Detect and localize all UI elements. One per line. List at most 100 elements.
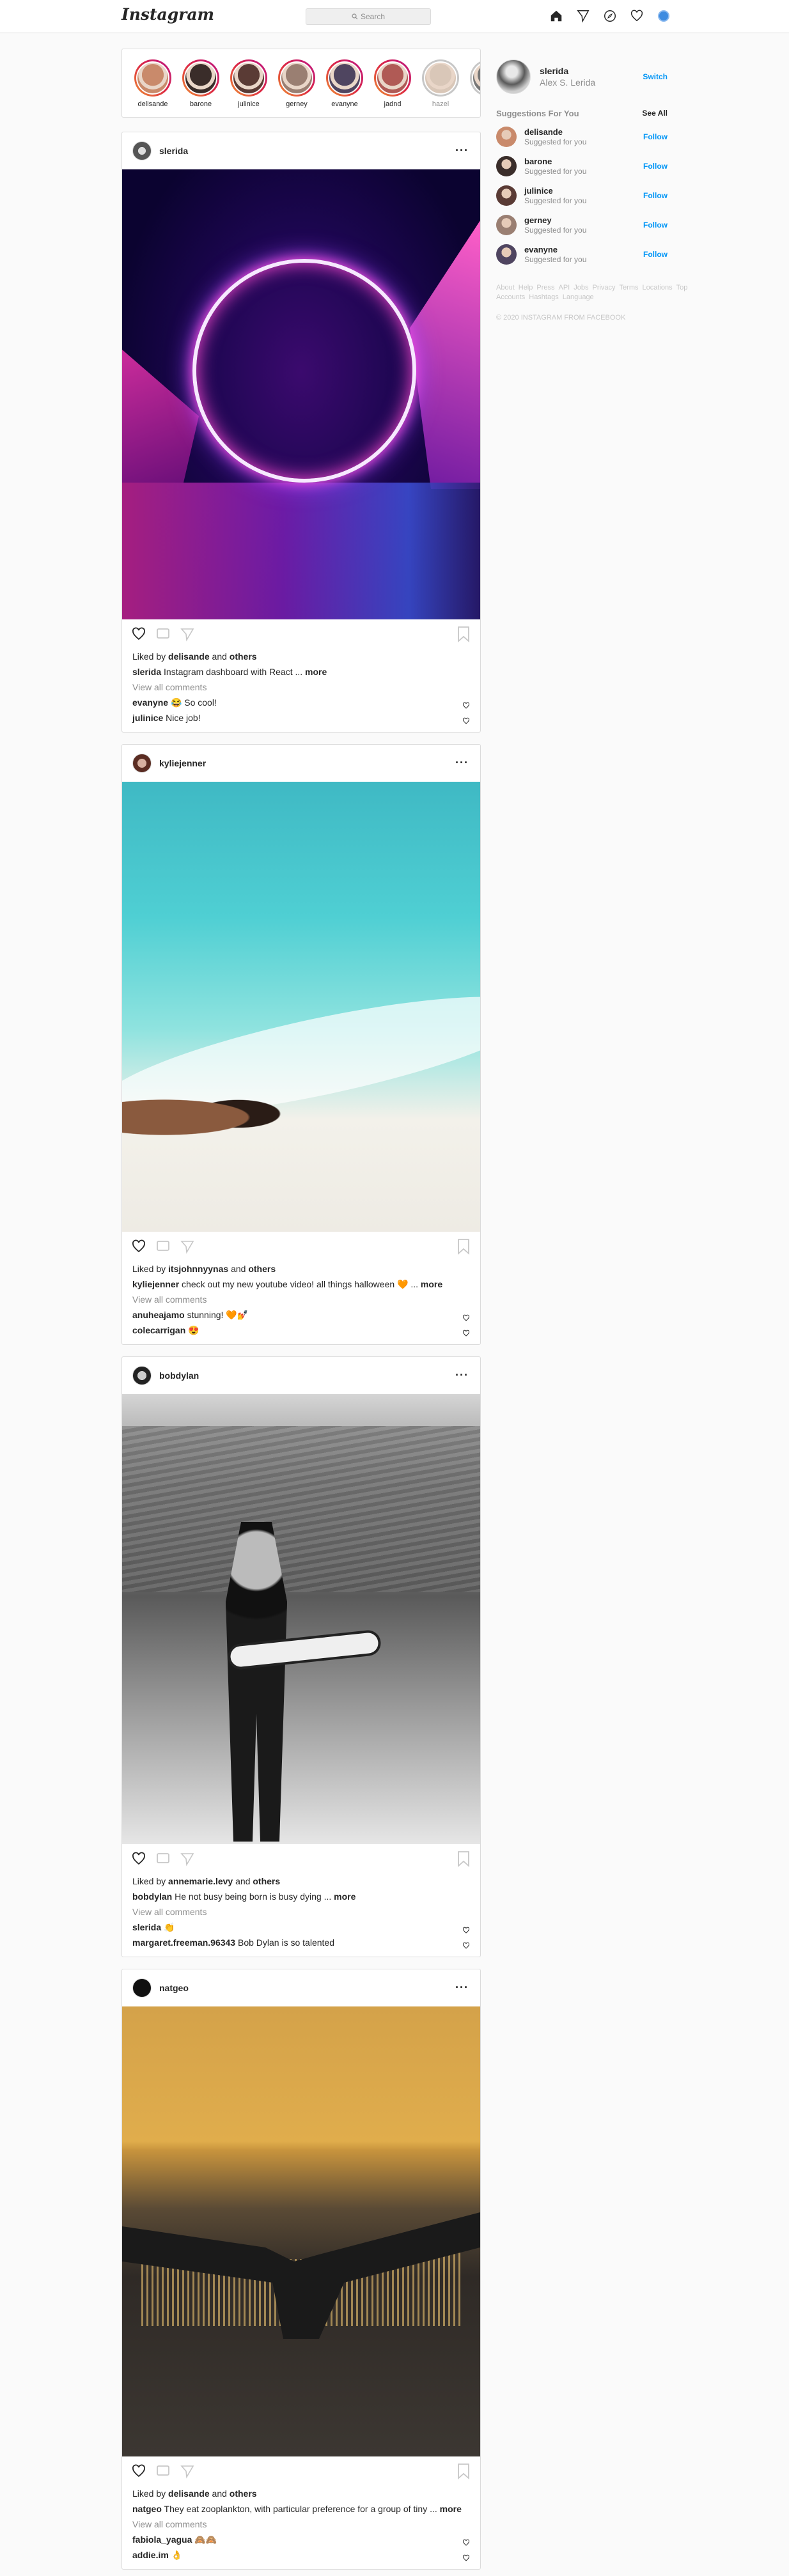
caption-more-link[interactable]: more: [440, 2504, 462, 2514]
suggestion-avatar[interactable]: [496, 185, 517, 206]
post-author-avatar[interactable]: [132, 754, 152, 773]
comment-icon[interactable]: [155, 2463, 171, 2479]
post-author-username[interactable]: bobdylan: [159, 1370, 199, 1381]
liked-by-others[interactable]: others: [230, 2488, 257, 2499]
more-options-icon[interactable]: ···: [455, 144, 469, 157]
footer-link[interactable]: About: [496, 284, 515, 291]
comment-username[interactable]: margaret.freeman.96343: [132, 1937, 235, 1948]
post-image[interactable]: [122, 2006, 480, 2456]
share-icon[interactable]: [180, 1239, 195, 1254]
view-all-comments-link[interactable]: View all comments: [132, 2517, 470, 2532]
view-all-comments-link[interactable]: View all comments: [132, 679, 470, 695]
follow-button[interactable]: Follow: [643, 162, 668, 171]
comment-icon[interactable]: [155, 1239, 171, 1254]
switch-button[interactable]: Switch: [643, 72, 668, 81]
footer-link[interactable]: Press: [536, 284, 554, 291]
direct-message-icon[interactable]: [575, 8, 591, 24]
story-item[interactable]: mera: [468, 59, 480, 108]
caption-more-link[interactable]: more: [421, 1279, 442, 1289]
comment-like-heart-icon[interactable]: [462, 1326, 470, 1342]
like-heart-icon[interactable]: [131, 626, 146, 642]
view-all-comments-link[interactable]: View all comments: [132, 1292, 470, 1307]
story-item[interactable]: evanyne: [324, 59, 365, 108]
footer-link[interactable]: Privacy: [592, 284, 615, 291]
save-bookmark-icon[interactable]: [456, 1851, 471, 1869]
caption-more-link[interactable]: more: [305, 667, 327, 677]
suggestion-username[interactable]: gerney: [524, 215, 586, 225]
comment-username[interactable]: fabiola_yagua: [132, 2534, 192, 2545]
comment-like-heart-icon[interactable]: [462, 2551, 470, 2566]
post-image[interactable]: [122, 782, 480, 1232]
story-item[interactable]: delisande: [132, 59, 173, 108]
post-image[interactable]: [122, 169, 480, 619]
liked-by-others[interactable]: others: [253, 1876, 280, 1886]
liked-by-others[interactable]: others: [248, 1264, 276, 1274]
liked-by-user[interactable]: itsjohnnyynas: [168, 1264, 228, 1274]
follow-button[interactable]: Follow: [643, 132, 668, 141]
like-heart-icon[interactable]: [131, 1239, 146, 1254]
comment-username[interactable]: evanyne: [132, 697, 168, 708]
suggestion-avatar[interactable]: [496, 215, 517, 235]
save-bookmark-icon[interactable]: [456, 626, 471, 644]
caption-username[interactable]: natgeo: [132, 2504, 162, 2514]
comment-icon[interactable]: [155, 1851, 171, 1866]
view-all-comments-link[interactable]: View all comments: [132, 1904, 470, 1920]
instagram-logo[interactable]: Instagram: [121, 5, 214, 24]
suggestion-avatar[interactable]: [496, 156, 517, 176]
save-bookmark-icon[interactable]: [456, 1238, 471, 1257]
liked-by-user[interactable]: delisande: [168, 2488, 210, 2499]
like-heart-icon[interactable]: [131, 1851, 146, 1866]
footer-link[interactable]: Help: [519, 284, 533, 291]
follow-button[interactable]: Follow: [643, 191, 668, 200]
follow-button[interactable]: Follow: [643, 250, 668, 259]
follow-button[interactable]: Follow: [643, 221, 668, 229]
caption-username[interactable]: bobdylan: [132, 1891, 172, 1902]
footer-link[interactable]: Language: [563, 293, 594, 301]
footer-link[interactable]: Jobs: [574, 284, 588, 291]
more-options-icon[interactable]: ···: [455, 1369, 469, 1382]
share-icon[interactable]: [180, 626, 195, 642]
liked-by-user[interactable]: delisande: [168, 651, 210, 662]
explore-icon[interactable]: [602, 8, 618, 24]
suggestion-avatar[interactable]: [496, 244, 517, 265]
post-author-avatar[interactable]: [132, 141, 152, 160]
footer-link[interactable]: Locations: [643, 284, 673, 291]
current-username[interactable]: slerida: [540, 66, 595, 76]
suggestion-username[interactable]: delisande: [524, 127, 586, 137]
post-image[interactable]: [122, 1394, 480, 1844]
more-options-icon[interactable]: ···: [455, 756, 469, 770]
like-heart-icon[interactable]: [131, 2463, 146, 2479]
post-author-username[interactable]: kyliejenner: [159, 758, 206, 768]
suggestion-username[interactable]: evanyne: [524, 245, 586, 254]
current-user-avatar[interactable]: [496, 59, 531, 94]
liked-by-user[interactable]: annemarie.levy: [168, 1876, 233, 1886]
comment-username[interactable]: colecarrigan: [132, 1325, 185, 1335]
post-author-avatar[interactable]: [132, 1978, 152, 1998]
caption-username[interactable]: kyliejenner: [132, 1279, 179, 1289]
post-author-avatar[interactable]: [132, 1366, 152, 1385]
footer-link[interactable]: Terms: [620, 284, 639, 291]
liked-by-others[interactable]: others: [230, 651, 257, 662]
profile-avatar[interactable]: [656, 8, 671, 24]
suggestion-avatar[interactable]: [496, 127, 517, 147]
footer-link[interactable]: Hashtags: [529, 293, 558, 301]
search-input[interactable]: Search: [306, 8, 431, 25]
story-item[interactable]: gerney: [276, 59, 317, 108]
footer-link[interactable]: API: [559, 284, 570, 291]
comment-username[interactable]: anuheajamo: [132, 1310, 185, 1320]
activity-heart-icon[interactable]: [629, 8, 644, 24]
comment-username[interactable]: addie.im: [132, 2550, 169, 2560]
comment-like-heart-icon[interactable]: [462, 714, 470, 729]
more-options-icon[interactable]: ···: [455, 1981, 469, 1994]
share-icon[interactable]: [180, 1851, 195, 1866]
home-icon[interactable]: [549, 8, 564, 24]
post-author-username[interactable]: natgeo: [159, 1983, 189, 1993]
caption-username[interactable]: slerida: [132, 667, 161, 677]
save-bookmark-icon[interactable]: [456, 2463, 471, 2481]
comment-icon[interactable]: [155, 626, 171, 642]
story-item[interactable]: julinice: [228, 59, 269, 108]
see-all-link[interactable]: See All: [642, 109, 668, 118]
story-item[interactable]: barone: [180, 59, 221, 108]
story-item[interactable]: jadnd: [372, 59, 413, 108]
caption-more-link[interactable]: more: [334, 1891, 355, 1902]
